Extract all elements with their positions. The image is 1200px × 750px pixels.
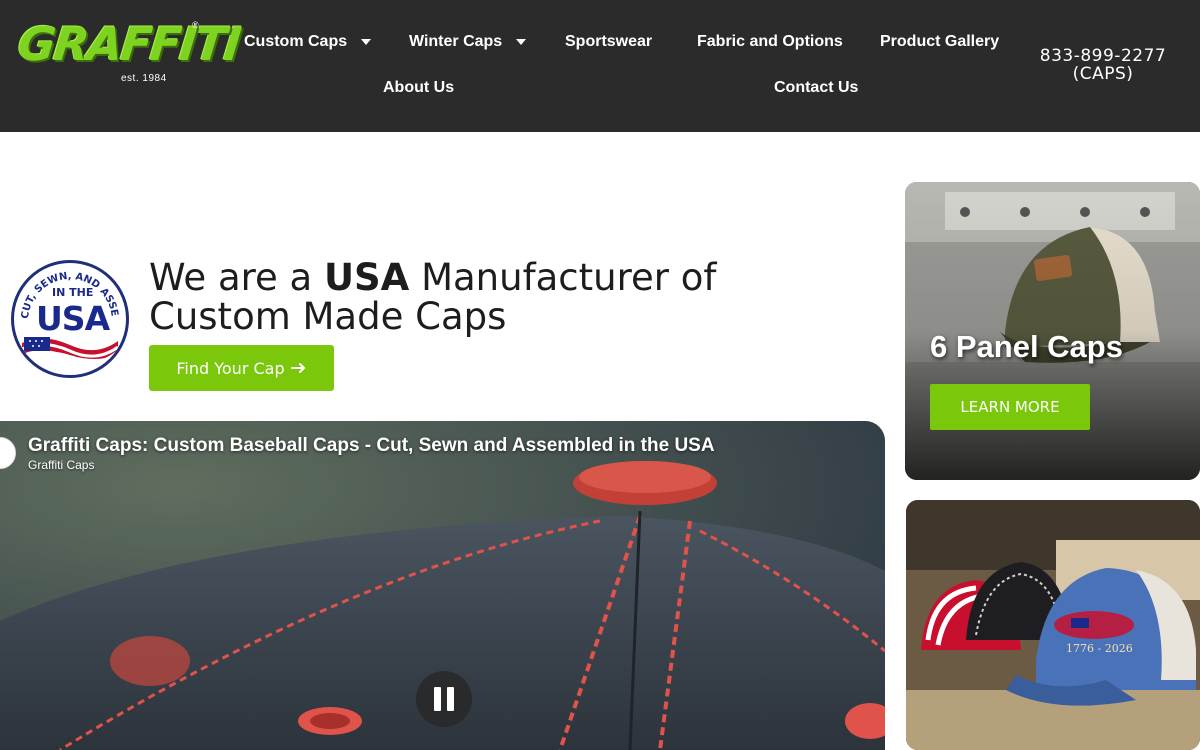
nav-item-about-us[interactable]: About Us (383, 79, 454, 97)
card-6-panel-caps[interactable]: 6 Panel Caps LEARN MORE (905, 182, 1200, 480)
nav-item-winter-caps[interactable]: Winter Caps (409, 33, 527, 51)
nav-label: Fabric and Options (697, 33, 843, 50)
logo-wordmark: GRAFFITI (15, 17, 243, 71)
nav-label: About Us (383, 79, 455, 96)
caret-down-icon (361, 39, 372, 45)
phone-vanity: (CAPS) (1072, 64, 1134, 84)
nav-item-fabric-options[interactable]: Fabric and Options (697, 33, 843, 51)
nav-label: Contact Us (774, 79, 859, 96)
find-your-cap-label: Find Your Cap (176, 358, 285, 378)
card-image-usa-caps: 1776 - 2026 (906, 500, 1200, 750)
pause-icon[interactable] (416, 671, 472, 727)
registered-mark: ® (192, 20, 199, 30)
caret-down-icon (516, 39, 527, 45)
video-title[interactable]: Graffiti Caps: Custom Baseball Caps - Cu… (28, 435, 715, 457)
svg-text:1776 - 2026: 1776 - 2026 (1066, 642, 1133, 655)
nav-item-contact-us[interactable]: Contact Us (774, 79, 858, 97)
video-channel-name[interactable]: Graffiti Caps (28, 458, 94, 472)
badge-in-the: IN THE (52, 286, 94, 299)
nav-label: Winter Caps (409, 33, 503, 50)
learn-more-button[interactable]: LEARN MORE (930, 384, 1090, 430)
nav-label: Product Gallery (880, 33, 1000, 50)
video-player[interactable]: Graffiti Caps: Custom Baseball Caps - Cu… (0, 421, 885, 750)
hero-title: We are a USA Manufacturer of Custom Made… (149, 258, 849, 336)
phone-number: 833-899-2277 (1039, 46, 1167, 66)
find-your-cap-button[interactable]: Find Your Cap (149, 345, 334, 391)
card-title: 6 Panel Caps (930, 329, 1123, 364)
made-in-usa-badge: CUT, SEWN, AND ASSEMBLED IN THE USA (11, 260, 129, 378)
nav-label: Sportswear (565, 33, 653, 50)
nav-item-sportswear[interactable]: Sportswear (565, 33, 652, 51)
arrow-right-icon (290, 363, 306, 373)
hero-title-bold: USA (323, 256, 410, 299)
badge-usa: USA (36, 299, 110, 338)
phone-number-link[interactable]: 833-899-2277 (CAPS) (1030, 47, 1176, 83)
site-header: GRAFFITI ® est. 1984 Custom Caps Winter … (0, 0, 1200, 132)
card-anniversary-caps[interactable]: 1776 - 2026 (906, 500, 1200, 750)
nav-item-product-gallery[interactable]: Product Gallery (880, 33, 999, 51)
graffiti-logo[interactable]: GRAFFITI ® est. 1984 (15, 16, 242, 88)
nav-item-custom-caps[interactable]: Custom Caps (244, 33, 372, 51)
logo-established: est. 1984 (121, 73, 167, 84)
nav-label: Custom Caps (244, 33, 348, 50)
hero-title-prefix: We are a (149, 256, 324, 299)
